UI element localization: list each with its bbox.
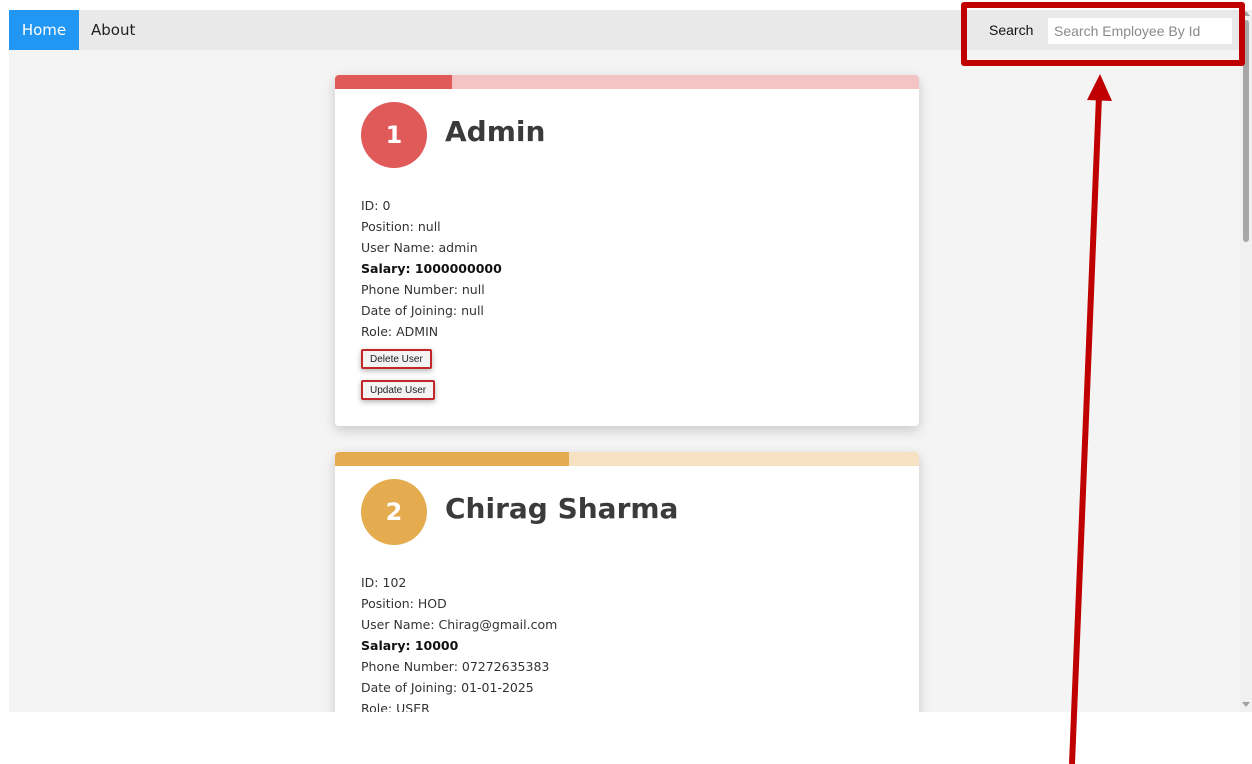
employee-joining-date: Date of Joining: null [361,303,484,318]
employee-username: User Name: Chirag@gmail.com [361,617,558,632]
top-navbar: Home About Search [9,10,1240,50]
employee-role: Role: ADMIN [361,324,439,339]
employee-role: Role: USER [361,701,430,712]
scroll-up-arrow-icon[interactable] [1242,11,1250,16]
employee-card-chirag-sharma: 2 Chirag Sharma ID: 102 Position: HOD Us… [335,452,919,712]
card-progress-bar [335,75,919,89]
employee-phone: Phone Number: null [361,282,485,297]
employee-details: ID: 0 Position: null User Name: admin Sa… [361,195,502,342]
employee-number-badge: 1 [361,102,427,168]
employee-number-badge: 2 [361,479,427,545]
employee-id: ID: 102 [361,575,407,590]
vertical-scrollbar[interactable] [1240,10,1252,712]
employee-username: User Name: admin [361,240,478,255]
employee-details: ID: 102 Position: HOD User Name: Chirag@… [361,572,557,712]
page-viewport: Home About Search 1 Admin ID: 0 Position… [9,10,1240,712]
scroll-down-arrow-icon[interactable] [1242,702,1250,707]
employee-name: Admin [445,115,546,148]
employee-name: Chirag Sharma [445,492,679,525]
search-input[interactable] [1048,18,1232,44]
nav-home-link[interactable]: Home [9,10,79,50]
search-label: Search [989,22,1034,38]
employee-card-admin: 1 Admin ID: 0 Position: null User Name: … [335,75,919,426]
employee-salary: Salary: 1000000000 [361,261,502,276]
employee-position: Position: HOD [361,596,447,611]
employee-id: ID: 0 [361,198,391,213]
nav-about-link[interactable]: About [79,10,147,50]
card-progress-fill [335,452,569,466]
employee-phone: Phone Number: 07272635383 [361,659,550,674]
scrollbar-thumb[interactable] [1243,20,1249,242]
employee-joining-date: Date of Joining: 01-01-2025 [361,680,534,695]
employee-position: Position: null [361,219,441,234]
card-progress-bar [335,452,919,466]
update-user-button[interactable]: Update User [361,380,436,400]
employee-salary: Salary: 10000 [361,638,459,653]
card-progress-fill [335,75,452,89]
delete-user-button[interactable]: Delete User [361,349,432,369]
